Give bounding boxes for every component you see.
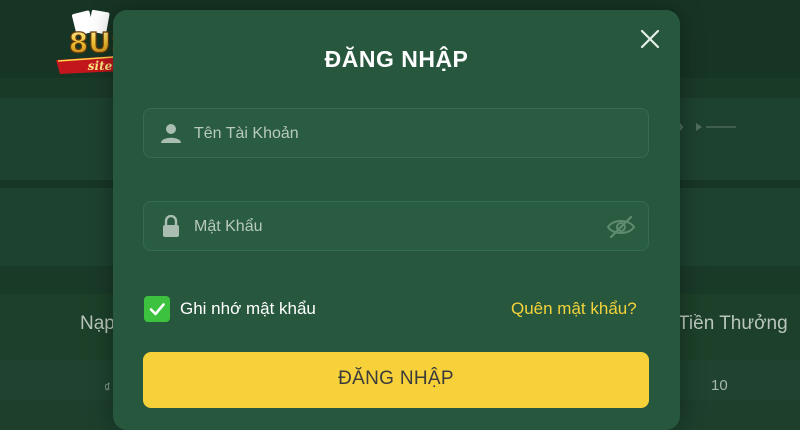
chevron-right-icon (677, 121, 736, 133)
username-field[interactable] (143, 108, 649, 159)
remember-label: Ghi nhớ mật khẩu (180, 299, 316, 318)
password-input[interactable] (192, 202, 596, 252)
background-column-label: Tiền Thưởng (678, 313, 788, 334)
lock-icon (163, 215, 179, 237)
modal-title: ĐĂNG NHẬP (324, 46, 469, 72)
remember-checkbox[interactable] (144, 296, 170, 322)
background-cell-value: 10 (711, 377, 728, 394)
remember-password-toggle[interactable]: Ghi nhớ mật khẩu (144, 296, 316, 322)
checkmark-icon (149, 303, 165, 316)
eye-off-icon[interactable] (606, 215, 636, 239)
login-modal: ĐĂNG NHẬP Ghi nhớ mật khẩu Quên mật kh (113, 10, 680, 430)
background-column-label: Nạp (80, 313, 115, 334)
username-input[interactable] (192, 109, 596, 159)
background-cell-marker: ₫ (104, 380, 111, 395)
forgot-password-link[interactable]: Quên mật khẩu? (511, 299, 637, 319)
close-icon[interactable] (638, 27, 662, 51)
logo-subtext: site (88, 59, 113, 73)
user-icon (161, 124, 181, 143)
password-field[interactable] (143, 201, 649, 252)
